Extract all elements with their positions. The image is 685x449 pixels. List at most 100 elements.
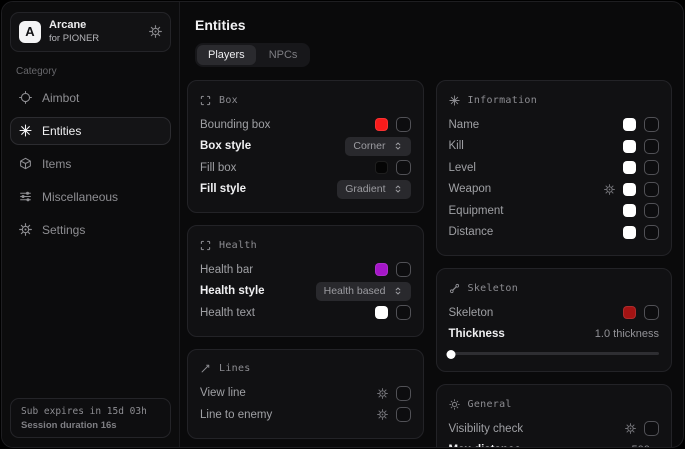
setting-label: Visibility check	[449, 423, 524, 435]
brand-logo: A	[19, 21, 41, 43]
setting-label: Health text	[200, 307, 255, 319]
brand-subtitle: for PIONER	[49, 33, 99, 45]
gear-icon[interactable]	[604, 184, 615, 195]
checkbox[interactable]	[644, 139, 659, 154]
box-style-dropdown[interactable]: Corner	[345, 137, 410, 156]
general-card: General Visibility check Max distance 50…	[436, 384, 673, 448]
box-icon	[200, 95, 211, 106]
bone-icon	[449, 283, 460, 294]
checkbox[interactable]	[396, 117, 411, 132]
session-duration-text: Session duration 16s	[21, 420, 160, 431]
checkbox[interactable]	[644, 203, 659, 218]
setting-label: Health bar	[200, 264, 253, 276]
checkbox[interactable]	[644, 305, 659, 320]
color-swatch[interactable]	[623, 204, 636, 217]
page-title: Entities	[195, 17, 672, 33]
sub-expiry-text: Sub expires in 15d 03h	[21, 406, 160, 417]
checkbox[interactable]	[396, 407, 411, 422]
dropdown-value: Gradient	[345, 183, 385, 195]
entity-tabs: Players NPCs	[195, 43, 310, 67]
thickness-slider[interactable]	[449, 348, 660, 359]
color-swatch[interactable]	[623, 183, 636, 196]
checkbox[interactable]	[396, 262, 411, 277]
information-icon	[449, 95, 460, 106]
gear-icon[interactable]	[377, 409, 388, 420]
setting-label: Max distance	[449, 444, 521, 448]
skeleton-card: Skeleton Skeleton Thickness 1.0 thicknes…	[436, 268, 673, 372]
crosshair-icon	[19, 91, 32, 104]
sidebar-item-aimbot[interactable]: Aimbot	[10, 84, 171, 112]
checkbox[interactable]	[644, 182, 659, 197]
setting-label: Health style	[200, 285, 265, 297]
gear-icon[interactable]	[377, 388, 388, 399]
sidebar-item-label: Aimbot	[42, 91, 79, 105]
sidebar: A Arcane for PIONER Category Aimbot Enti…	[2, 2, 180, 447]
sun-icon	[449, 399, 460, 410]
card-title: Lines	[219, 363, 251, 374]
color-swatch[interactable]	[375, 118, 388, 131]
setting-label: Equipment	[449, 205, 504, 217]
color-swatch[interactable]	[623, 306, 636, 319]
sidebar-nav: Aimbot Entities Items Miscellaneous Sett…	[10, 84, 171, 244]
unfold-icon	[393, 184, 403, 194]
setting-row: Name	[449, 114, 660, 136]
card-title: Box	[219, 95, 238, 106]
checkbox[interactable]	[644, 421, 659, 436]
setting-row: Health text	[200, 302, 411, 324]
color-swatch[interactable]	[623, 140, 636, 153]
dropdown-value: Health based	[324, 285, 386, 297]
sidebar-item-miscellaneous[interactable]: Miscellaneous	[10, 183, 171, 211]
health-style-dropdown[interactable]: Health based	[316, 282, 411, 301]
setting-row: View line	[200, 383, 411, 405]
setting-row: Fill box	[200, 157, 411, 179]
sidebar-item-items[interactable]: Items	[10, 150, 171, 178]
color-swatch[interactable]	[375, 263, 388, 276]
checkbox[interactable]	[396, 305, 411, 320]
brand-name: Arcane	[49, 19, 99, 33]
tab-npcs[interactable]: NPCs	[258, 45, 309, 65]
color-swatch[interactable]	[375, 161, 388, 174]
brand-card: A Arcane for PIONER	[10, 12, 171, 52]
sidebar-item-settings[interactable]: Settings	[10, 216, 171, 244]
gear-icon[interactable]	[625, 423, 636, 434]
tab-players[interactable]: Players	[197, 45, 256, 65]
setting-row: Visibility check	[449, 418, 660, 440]
checkbox[interactable]	[396, 160, 411, 175]
health-icon	[200, 240, 211, 251]
gear-icon	[19, 223, 32, 236]
slider-value: 1.0 thickness	[595, 328, 659, 340]
card-title: Skeleton	[468, 283, 519, 294]
setting-label: Weapon	[449, 183, 492, 195]
unfold-icon	[393, 286, 403, 296]
setting-label: Box style	[200, 140, 251, 152]
setting-label: Level	[449, 162, 477, 174]
color-swatch[interactable]	[375, 306, 388, 319]
color-swatch[interactable]	[623, 161, 636, 174]
sidebar-item-label: Miscellaneous	[42, 190, 118, 204]
unfold-icon	[393, 141, 403, 151]
checkbox[interactable]	[644, 225, 659, 240]
sidebar-item-entities[interactable]: Entities	[10, 117, 171, 145]
sidebar-item-label: Settings	[42, 223, 85, 237]
setting-label: Skeleton	[449, 307, 494, 319]
setting-label: Kill	[449, 140, 464, 152]
setting-row: Bounding box	[200, 114, 411, 136]
lines-card: Lines View line Line to enemy	[187, 349, 424, 439]
sparkle-icon	[19, 124, 32, 137]
color-swatch[interactable]	[623, 118, 636, 131]
checkbox[interactable]	[396, 386, 411, 401]
checkbox[interactable]	[644, 160, 659, 175]
card-title: Information	[468, 95, 538, 106]
fill-style-dropdown[interactable]: Gradient	[337, 180, 410, 199]
setting-row: Distance	[449, 222, 660, 244]
setting-row: Equipment	[449, 200, 660, 222]
setting-row: Line to enemy	[200, 404, 411, 426]
slider-thumb[interactable]	[446, 350, 455, 359]
color-swatch[interactable]	[623, 226, 636, 239]
category-label: Category	[16, 66, 165, 77]
slider-value: 500m	[631, 444, 659, 448]
checkbox[interactable]	[644, 117, 659, 132]
dropdown-value: Corner	[353, 140, 385, 152]
brand-settings-icon[interactable]	[149, 25, 162, 38]
sidebar-item-label: Entities	[42, 124, 81, 138]
